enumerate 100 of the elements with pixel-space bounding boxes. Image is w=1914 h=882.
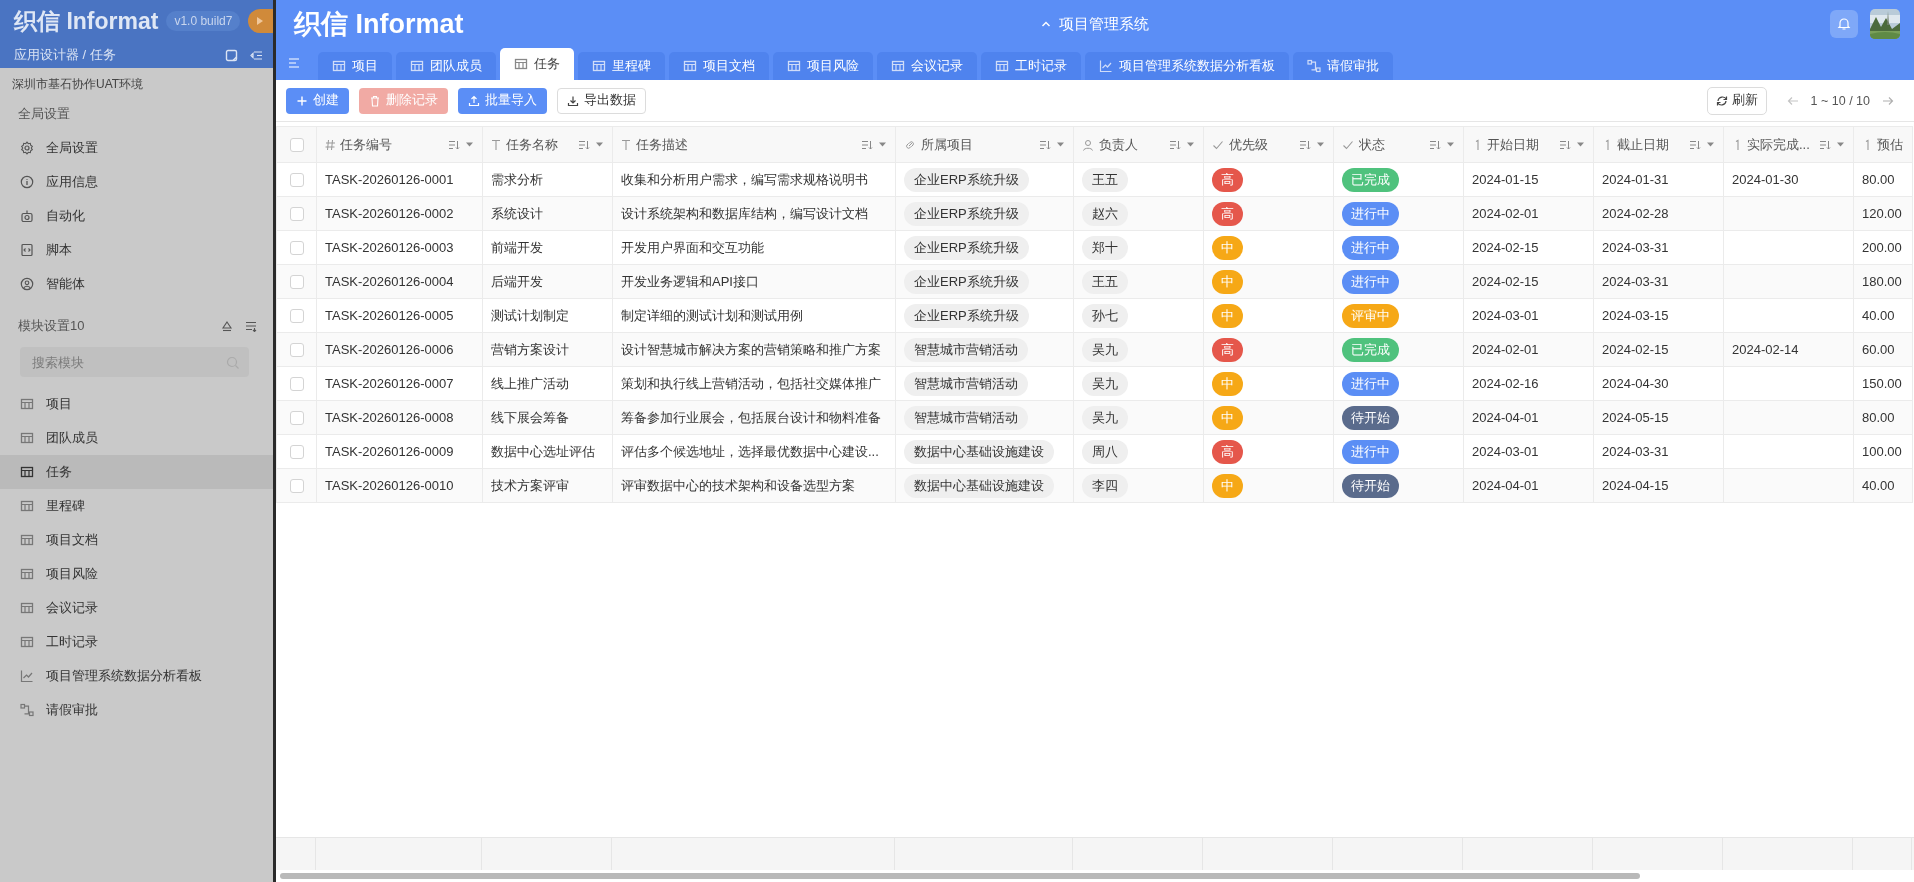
- user-tag[interactable]: 王五: [1082, 167, 1128, 192]
- tab[interactable]: 请假审批: [1293, 52, 1393, 80]
- user-tag[interactable]: 王五: [1082, 269, 1128, 294]
- user-tag[interactable]: 郑十: [1082, 235, 1128, 260]
- sidebar-item[interactable]: 全局设置: [0, 131, 273, 165]
- sidebar-item[interactable]: 应用信息: [0, 165, 273, 199]
- table-cell: 制定详细的测试计划和测试用例: [612, 298, 896, 333]
- project-tag[interactable]: 数据中心基础设施建设: [904, 473, 1054, 498]
- table-cell: 2024-02-14: [1723, 332, 1854, 367]
- toolbar-button[interactable]: 导出数据: [557, 87, 646, 114]
- module-item[interactable]: 请假审批: [0, 693, 273, 727]
- priority-tag: 中: [1212, 303, 1243, 328]
- table-cell: 80.00: [1853, 162, 1913, 197]
- status-tag: 已完成: [1342, 167, 1399, 192]
- table-cell: 60.00: [1853, 332, 1913, 367]
- tab[interactable]: 团队成员: [396, 52, 496, 80]
- column-header[interactable]: 任务编号: [316, 126, 483, 163]
- module-item[interactable]: 任务: [0, 455, 273, 489]
- status-tag: 进行中: [1342, 371, 1399, 396]
- table-cell: 设计系统架构和数据库结构，编写设计文档: [612, 196, 896, 231]
- table-cell: 2024-03-01: [1463, 434, 1594, 469]
- table-cell: 营销方案设计: [482, 332, 613, 367]
- app-logo: 织信 Informat: [294, 8, 464, 41]
- tab[interactable]: 会议记录: [877, 52, 977, 80]
- table-cell: 需求分析: [482, 162, 613, 197]
- tab[interactable]: 里程碑: [578, 52, 665, 80]
- sidebar-item[interactable]: 脚本: [0, 233, 273, 267]
- pagination-info: 1 ~ 10 / 10: [1810, 93, 1870, 108]
- table-cell: TASK-20260126-0005: [316, 298, 483, 333]
- status-tag: 待开始: [1342, 473, 1399, 498]
- table-cell: 40.00: [1853, 298, 1913, 333]
- column-header[interactable]: 任务名称: [482, 126, 613, 163]
- project-tag[interactable]: 智慧城市营销活动: [904, 405, 1028, 430]
- table-cell: 评审数据中心的技术架构和设备选型方案: [612, 468, 896, 503]
- table-cell: 2024-04-01: [1463, 468, 1594, 503]
- table-cell: 200.00: [1853, 230, 1913, 265]
- table-cell: 2024-03-15: [1593, 298, 1724, 333]
- search-input[interactable]: 搜索模块: [30, 353, 226, 371]
- table-cell: 技术方案评审: [482, 468, 613, 503]
- refresh-button[interactable]: 刷新: [1706, 86, 1767, 115]
- user-tag[interactable]: 孙七: [1082, 303, 1128, 328]
- table-cell: 180.00: [1853, 264, 1913, 299]
- tab[interactable]: 项目文档: [669, 52, 769, 80]
- table-cell: 后端开发: [482, 264, 613, 299]
- module-item[interactable]: 项目文档: [0, 523, 273, 557]
- tab[interactable]: 项目风险: [773, 52, 873, 80]
- user-tag[interactable]: 吴九: [1082, 405, 1128, 430]
- table-cell: TASK-20260126-0006: [316, 332, 483, 367]
- project-tag[interactable]: 智慧城市营销活动: [904, 371, 1028, 396]
- table-cell: 收集和分析用户需求，编写需求规格说明书: [612, 162, 896, 197]
- tab[interactable]: 项目: [318, 52, 392, 80]
- user-tag[interactable]: 吴九: [1082, 337, 1128, 362]
- module-item[interactable]: 工时记录: [0, 625, 273, 659]
- column-header[interactable]: 负责人: [1073, 126, 1204, 163]
- module-item[interactable]: 里程碑: [0, 489, 273, 523]
- table-cell: 2024-01-30: [1723, 162, 1854, 197]
- column-header[interactable]: 任务描述: [612, 126, 896, 163]
- priority-tag: 中: [1212, 473, 1243, 498]
- column-header[interactable]: 所属项目: [895, 126, 1074, 163]
- table-cell: 开发业务逻辑和API接口: [612, 264, 896, 299]
- table-cell: 150.00: [1853, 366, 1913, 401]
- column-header[interactable]: 截止日期: [1593, 126, 1724, 163]
- table-cell: 40.00: [1853, 468, 1913, 503]
- column-header[interactable]: 实际完成...: [1723, 126, 1854, 163]
- table-cell: TASK-20260126-0009: [316, 434, 483, 469]
- status-tag: 评审中: [1342, 303, 1399, 328]
- table-cell: 2024-04-01: [1463, 400, 1594, 435]
- column-header[interactable]: 开始日期: [1463, 126, 1594, 163]
- project-tag[interactable]: 企业ERP系统升级: [904, 303, 1029, 328]
- module-item[interactable]: 项目管理系统数据分析看板: [0, 659, 273, 693]
- module-item[interactable]: 项目风险: [0, 557, 273, 591]
- tab[interactable]: 工时记录: [981, 52, 1081, 80]
- module-item[interactable]: 团队成员: [0, 421, 273, 455]
- table-cell: 100.00: [1853, 434, 1913, 469]
- sidebar-item[interactable]: 自动化: [0, 199, 273, 233]
- project-tag[interactable]: 数据中心基础设施建设: [904, 439, 1054, 464]
- table-cell: 2024-02-15: [1463, 264, 1594, 299]
- user-tag[interactable]: 吴九: [1082, 371, 1128, 396]
- tab[interactable]: 项目管理系统数据分析看板: [1085, 52, 1289, 80]
- module-item[interactable]: 会议记录: [0, 591, 273, 625]
- table-cell: 2024-02-28: [1593, 196, 1724, 231]
- user-tag[interactable]: 李四: [1082, 473, 1128, 498]
- project-tag[interactable]: 企业ERP系统升级: [904, 235, 1029, 260]
- project-tag[interactable]: 企业ERP系统升级: [904, 167, 1029, 192]
- sidebar-item[interactable]: 智能体: [0, 267, 273, 301]
- column-header[interactable]: 预估: [1853, 126, 1913, 163]
- user-tag[interactable]: 周八: [1082, 439, 1128, 464]
- project-tag[interactable]: 智慧城市营销活动: [904, 337, 1028, 362]
- table-cell: TASK-20260126-0003: [316, 230, 483, 265]
- project-tag[interactable]: 企业ERP系统升级: [904, 269, 1029, 294]
- table-cell: 2024-03-31: [1593, 264, 1724, 299]
- module-item[interactable]: 项目: [0, 387, 273, 421]
- section-title: 模块设置10: [18, 317, 86, 335]
- column-header[interactable]: 状态: [1333, 126, 1464, 163]
- column-header[interactable]: 优先级: [1203, 126, 1334, 163]
- project-tag[interactable]: 企业ERP系统升级: [904, 201, 1029, 226]
- priority-tag: 高: [1212, 167, 1243, 192]
- tab[interactable]: 任务: [500, 48, 574, 80]
- user-tag[interactable]: 赵六: [1082, 201, 1128, 226]
- search-field[interactable]: 搜索模块: [20, 347, 249, 377]
